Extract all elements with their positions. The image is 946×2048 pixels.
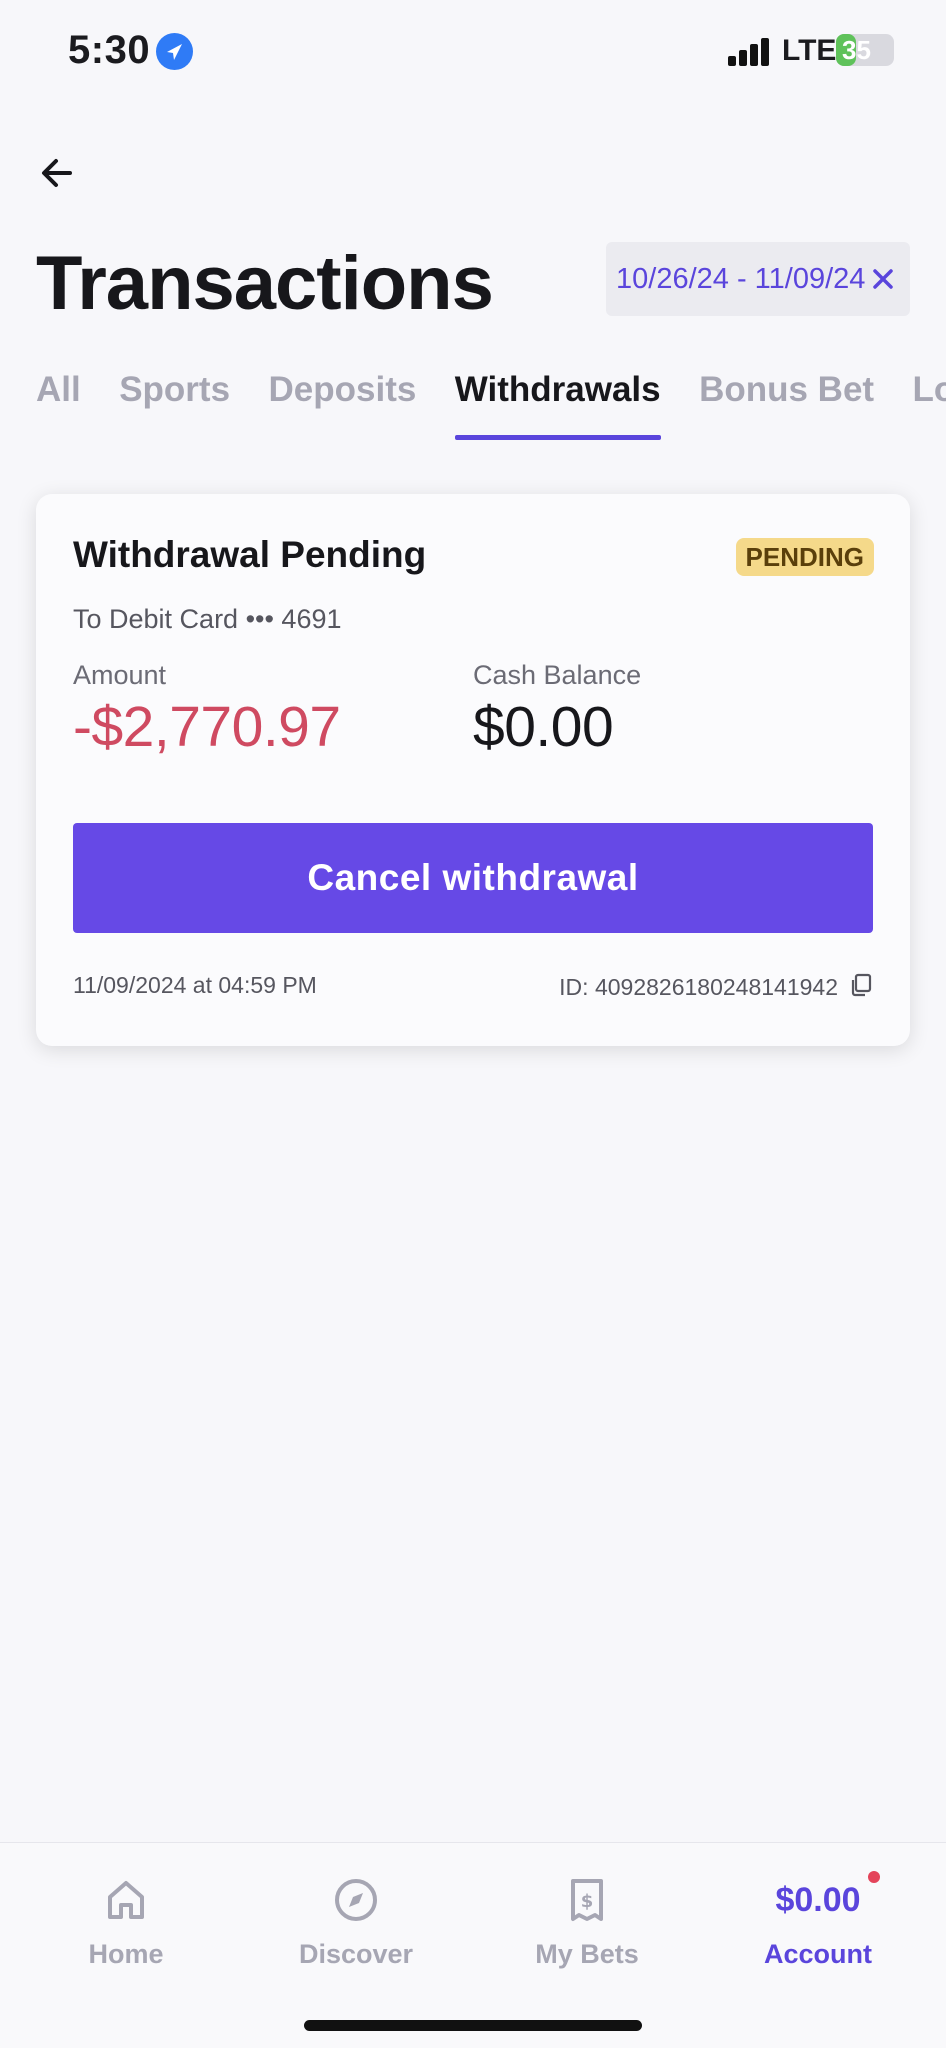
tab-sports[interactable]: Sports [119, 360, 230, 440]
arrow-left-icon [42, 159, 72, 187]
transaction-id: ID: 4092826180248141942 [559, 974, 838, 1000]
copy-icon [851, 973, 872, 997]
bet-slip-icon: $ [571, 1879, 603, 1921]
location-arrow-icon [156, 33, 193, 70]
nav-my-bets-label: My Bets [535, 1939, 639, 1969]
battery-icon: 35 [836, 34, 894, 66]
battery-percent: 35 [842, 35, 871, 65]
back-button[interactable] [36, 152, 78, 194]
tab-withdrawals[interactable]: Withdrawals [454, 360, 661, 440]
home-indicator [304, 2020, 642, 2031]
cash-balance-label: Cash Balance [473, 660, 642, 690]
signal-icon [728, 36, 772, 66]
account-balance-value: $0.00 [775, 1881, 861, 1919]
status-badge: PENDING [735, 538, 874, 576]
transaction-card: Withdrawal Pending PENDING To Debit Card… [36, 494, 910, 1046]
account-balance: $0.00 [718, 1871, 918, 1923]
cash-balance-value: $0.00 [473, 695, 614, 759]
svg-text:$: $ [581, 1891, 594, 1912]
nav-home-label: Home [88, 1939, 164, 1969]
amount-value: -$2,770.97 [73, 695, 341, 759]
bottom-nav: Home Discover $ My Bets $0.00 Account [0, 1842, 946, 2048]
home-icon [108, 1881, 144, 1919]
transaction-destination: To Debit Card ••• 4691 [73, 604, 342, 634]
date-range-filter[interactable]: 10/26/24 - 11/09/24 [606, 242, 910, 316]
nav-discover-label: Discover [298, 1939, 414, 1969]
tab-all[interactable]: All [36, 360, 81, 440]
status-time: 5:30 [68, 28, 151, 72]
page-title: Transactions [36, 241, 494, 326]
status-bar: 5:30 LTE 35 [0, 0, 946, 110]
transactions-screen: 5:30 LTE 35 Transactions 10/26/24 - 11/0… [0, 0, 946, 2048]
notification-dot [868, 1871, 880, 1883]
transaction-title: Withdrawal Pending [73, 534, 427, 575]
tab-bonus-bet[interactable]: Bonus Bet [699, 360, 874, 440]
tab-deposits[interactable]: Deposits [269, 360, 417, 440]
compass-icon [335, 1879, 377, 1921]
nav-account[interactable]: $0.00 Account [718, 1871, 918, 1970]
nav-discover[interactable]: Discover [256, 1877, 456, 1970]
transaction-timestamp: 11/09/2024 at 04:59 PM [73, 972, 317, 998]
nav-account-label: Account [764, 1939, 872, 1969]
nav-my-bets[interactable]: $ My Bets [487, 1877, 687, 1970]
clear-date-button[interactable] [864, 260, 902, 298]
cancel-withdrawal-button[interactable]: Cancel withdrawal [73, 823, 873, 933]
close-icon [873, 269, 893, 289]
nav-home[interactable]: Home [26, 1877, 226, 1970]
amount-label: Amount [73, 660, 167, 690]
copy-id-button[interactable] [848, 972, 874, 998]
transaction-tabs: All Sports Deposits Withdrawals Bonus Be… [36, 360, 946, 440]
date-range-label: 10/26/24 - 11/09/24 [616, 262, 866, 295]
network-label: LTE [782, 34, 837, 67]
tab-loyalty[interactable]: Loyalty [913, 360, 946, 440]
